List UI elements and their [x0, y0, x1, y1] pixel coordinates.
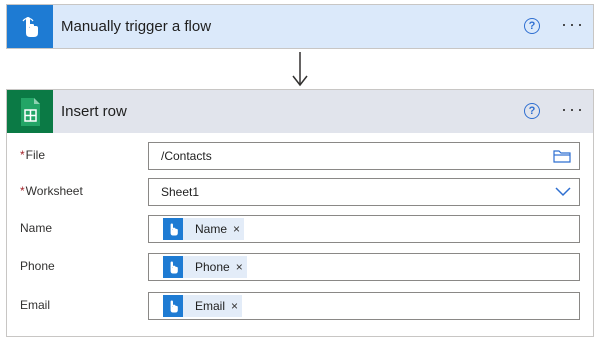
trigger-header[interactable]: Manually trigger a flow ? ···: [7, 5, 593, 48]
more-options-icon[interactable]: ···: [560, 14, 586, 34]
touch-hand-icon: [163, 256, 183, 278]
touch-hand-icon: [163, 218, 183, 240]
required-mark: *: [20, 184, 25, 198]
worksheet-dropdown[interactable]: Sheet1: [148, 178, 580, 206]
remove-token-icon[interactable]: ×: [236, 260, 243, 274]
google-sheets-icon: [7, 90, 53, 133]
name-token[interactable]: Name ×: [163, 218, 245, 240]
file-label: *File: [20, 148, 46, 162]
phone-token[interactable]: Phone ×: [163, 256, 247, 278]
email-field[interactable]: Email ×: [148, 292, 580, 320]
name-label: Name: [20, 221, 53, 235]
email-token[interactable]: Email ×: [163, 295, 243, 317]
folder-icon[interactable]: [553, 149, 571, 163]
action-card[interactable]: Insert row ? ··· *File /Contacts *Worksh…: [6, 89, 594, 337]
remove-token-icon[interactable]: ×: [231, 299, 238, 313]
token-label: Name: [195, 222, 228, 236]
email-label: Email: [20, 298, 51, 312]
phone-row: Phone Phone ×: [7, 253, 593, 281]
remove-token-icon[interactable]: ×: [233, 222, 240, 236]
action-title: Insert row: [61, 103, 127, 120]
email-row: Email Email ×: [7, 292, 593, 320]
file-field[interactable]: /Contacts: [148, 142, 580, 170]
trigger-title: Manually trigger a flow: [61, 18, 212, 35]
touch-hand-icon: [7, 5, 53, 48]
worksheet-row: *Worksheet Sheet1: [7, 178, 593, 206]
required-mark: *: [20, 148, 25, 162]
chevron-down-icon[interactable]: [555, 187, 571, 197]
token-label: Phone: [195, 260, 230, 274]
name-field[interactable]: Name ×: [148, 215, 580, 243]
trigger-card[interactable]: Manually trigger a flow ? ···: [6, 4, 594, 49]
worksheet-value: Sheet1: [161, 185, 200, 199]
file-value: /Contacts: [161, 149, 212, 163]
touch-hand-icon: [163, 295, 183, 317]
help-icon[interactable]: ?: [524, 103, 540, 119]
help-icon[interactable]: ?: [524, 18, 540, 34]
arrow-down-icon: [292, 52, 308, 87]
action-header[interactable]: Insert row ? ···: [7, 90, 593, 133]
phone-field[interactable]: Phone ×: [148, 253, 580, 281]
file-row: *File /Contacts: [7, 142, 593, 170]
worksheet-label: *Worksheet: [20, 184, 83, 198]
token-label: Email: [195, 299, 226, 313]
more-options-icon[interactable]: ···: [560, 99, 586, 119]
name-row: Name Name ×: [7, 215, 593, 243]
phone-label: Phone: [20, 259, 55, 273]
